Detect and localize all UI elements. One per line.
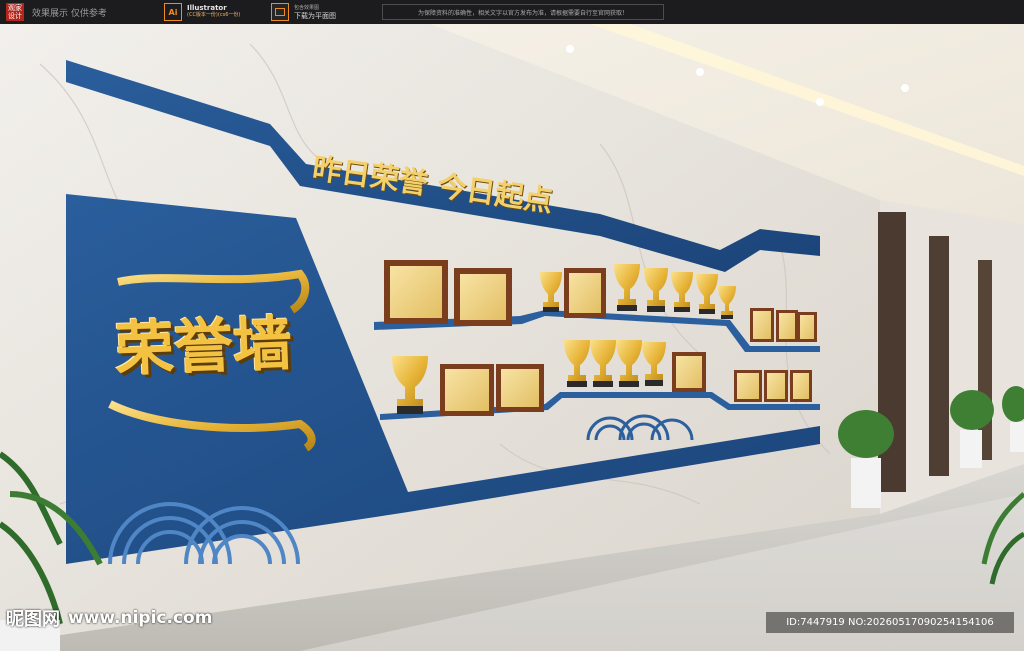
illustrator-info: Illustrator (CC版本一份)(cs6一份) bbox=[187, 5, 265, 19]
copyright-notice: 为保障资料的准确性，相关文字以官方发布为准，请根据需要自行至官网获取！ bbox=[382, 4, 664, 20]
certificate-face bbox=[390, 266, 442, 318]
certificate-face bbox=[501, 369, 539, 407]
illustrator-subtitle: (CC版本一份)(cs6一份) bbox=[187, 12, 241, 18]
brand-caption: 效果展示 仅供参考 bbox=[32, 8, 107, 19]
certificate-face bbox=[737, 373, 759, 399]
downlight bbox=[816, 98, 824, 106]
honor-wall-scene: 昨日荣誉 今日起点 荣誉墙 bbox=[0, 24, 1024, 651]
certificate-face bbox=[569, 273, 601, 313]
download-bottom-text: 下载为平面图 bbox=[294, 12, 336, 20]
watermark-logo: 昵图网 bbox=[6, 609, 60, 630]
downlight bbox=[901, 84, 909, 92]
image-id-label: ID:7447919 NO:20260517090254154106 bbox=[766, 612, 1014, 633]
certificate-face bbox=[767, 373, 785, 399]
download-top-text: 包含效果图 bbox=[294, 5, 320, 11]
download-info: 包含效果图 下载为平面图 bbox=[294, 4, 364, 20]
download-icon bbox=[271, 3, 289, 21]
watermark-url: www.nipic.com bbox=[68, 608, 213, 628]
downlight bbox=[566, 45, 574, 53]
illustrator-icon: Ai bbox=[164, 3, 182, 21]
certificate-face bbox=[800, 315, 814, 339]
image-frame: 观家 设计 效果展示 仅供参考 Ai Illustrator (CC版本一份)(… bbox=[0, 0, 1024, 651]
certificate-face bbox=[460, 274, 506, 320]
top-info-bar: 观家 设计 效果展示 仅供参考 Ai Illustrator (CC版本一份)(… bbox=[0, 0, 1024, 24]
honor-wall-title: 荣誉墙 bbox=[113, 308, 294, 384]
certificate-face bbox=[793, 373, 809, 399]
certificate-face bbox=[676, 356, 702, 388]
illustrator-title: Illustrator bbox=[187, 4, 227, 12]
corridor-door-2 bbox=[929, 236, 949, 476]
certificate-face bbox=[779, 313, 795, 339]
site-watermark: 昵图网 www.nipic.com bbox=[6, 605, 212, 631]
certificate-face bbox=[753, 311, 771, 339]
downlight bbox=[696, 68, 704, 76]
certificate-face bbox=[445, 369, 489, 411]
brand-logo-chip: 观家 设计 bbox=[6, 3, 24, 21]
